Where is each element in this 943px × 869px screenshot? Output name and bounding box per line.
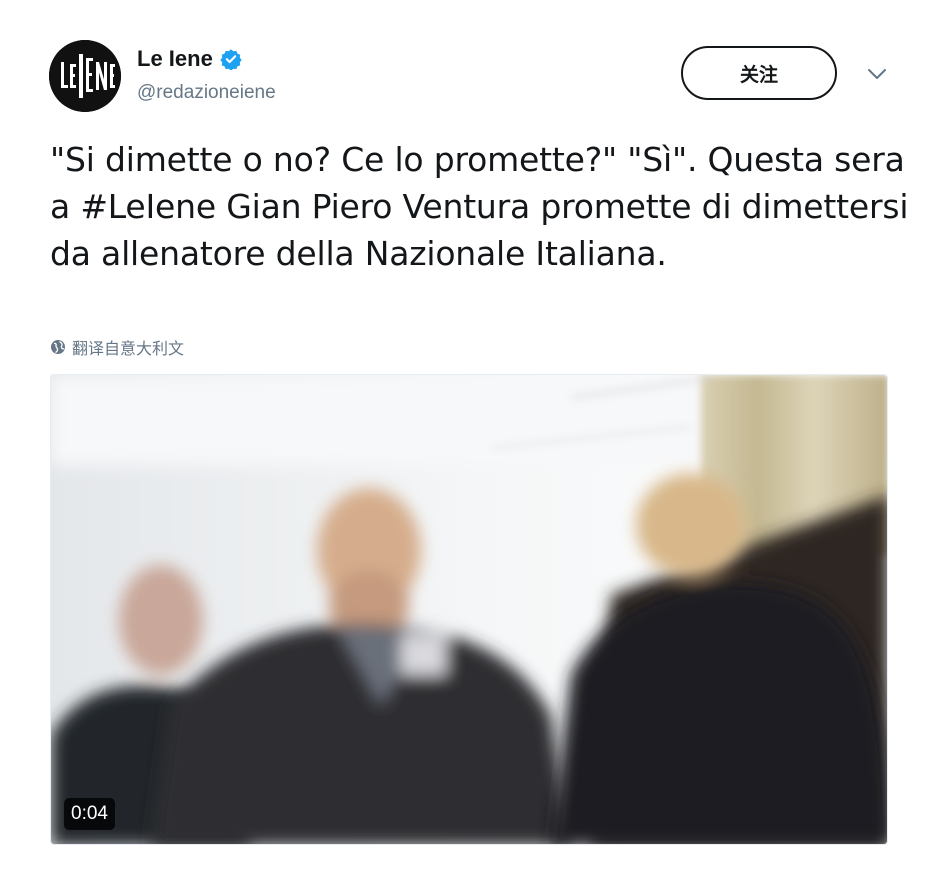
globe-icon (51, 340, 65, 354)
tweet-card: Le Iene @redazioneiene 关注 "Si dimette o … (0, 0, 943, 869)
display-name[interactable]: Le Iene (137, 46, 213, 72)
chevron-down-icon (868, 69, 886, 79)
follow-button[interactable]: 关注 (681, 46, 837, 100)
video-duration: 0:04 (64, 798, 115, 830)
le-iene-logo (49, 40, 121, 112)
avatar[interactable] (49, 40, 121, 112)
translate-link[interactable]: 翻译自意大利文 (50, 335, 184, 359)
tweet-text: "Si dimette o no? Ce lo promette?" "Sì".… (50, 136, 910, 277)
translate-label: 翻译自意大利文 (72, 339, 185, 358)
video-player[interactable]: 0:04 (50, 374, 888, 845)
hashtag-link[interactable]: #LeIene (80, 187, 216, 226)
author-handle[interactable]: @redazioneiene (137, 82, 276, 104)
author-name-row: Le Iene (137, 46, 242, 72)
more-options-button[interactable] (864, 64, 890, 84)
video-frame (51, 375, 887, 844)
verified-badge-icon (220, 48, 242, 70)
